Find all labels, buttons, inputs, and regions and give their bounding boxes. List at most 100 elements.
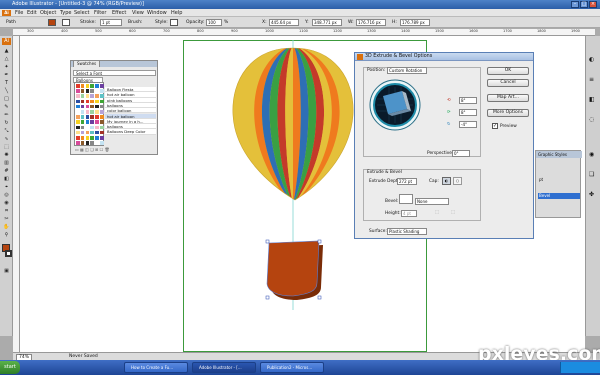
- swatch-chip[interactable]: [80, 94, 85, 98]
- menu-select[interactable]: Select: [74, 10, 89, 16]
- swatch-chip[interactable]: [85, 89, 90, 93]
- selection-handle[interactable]: [265, 239, 270, 244]
- font-select[interactable]: Select a Font: [73, 70, 156, 76]
- swatch-chip[interactable]: [85, 99, 90, 104]
- menu-window[interactable]: Window: [147, 10, 167, 16]
- swatch-chip[interactable]: [95, 94, 99, 98]
- swatch-chip[interactable]: [100, 141, 104, 145]
- graph-tool-icon[interactable]: ▥: [2, 160, 11, 167]
- bevel-in-icon[interactable]: ⬚: [451, 210, 455, 215]
- swatch-chip[interactable]: [76, 120, 80, 124]
- maximize-button[interactable]: □: [580, 1, 588, 8]
- swatch-chip[interactable]: [90, 89, 94, 93]
- swatch-chip[interactable]: [90, 130, 94, 135]
- selection-handle[interactable]: [317, 239, 322, 244]
- swatch-chip[interactable]: [85, 141, 90, 145]
- y-field[interactable]: 348.771 px: [312, 19, 342, 26]
- swatch-chip[interactable]: [80, 130, 85, 135]
- mesh-tool-icon[interactable]: #: [2, 168, 11, 175]
- swatch-chip[interactable]: [80, 115, 85, 119]
- more-options-button[interactable]: More Options: [487, 109, 529, 117]
- rotate-tool-icon[interactable]: ↻: [2, 120, 11, 127]
- taskbar-item[interactable]: Publication2 - Micros...: [260, 362, 324, 373]
- menu-object[interactable]: Object: [40, 10, 56, 16]
- swatch-chip[interactable]: [90, 104, 94, 109]
- w-field[interactable]: 176.716 px: [356, 19, 386, 26]
- hand-tool-icon[interactable]: ✋: [2, 224, 11, 231]
- bevel-select[interactable]: None: [415, 198, 449, 205]
- swatch-chip[interactable]: [90, 84, 94, 88]
- swatch-chip[interactable]: [95, 125, 99, 130]
- menu-view[interactable]: View: [132, 10, 144, 16]
- swatch-chip[interactable]: [76, 110, 80, 114]
- swatch-chip[interactable]: [76, 125, 80, 130]
- swatch-chip[interactable]: [95, 141, 99, 145]
- menu-effect[interactable]: Effect: [112, 10, 126, 16]
- stroke-panel-icon[interactable]: ≡: [589, 76, 594, 83]
- list-item[interactable]: pt: [538, 177, 580, 183]
- swatch-chip[interactable]: [76, 130, 80, 135]
- swatch-chip[interactable]: [85, 84, 90, 88]
- swatch-chip[interactable]: [100, 115, 104, 119]
- swatch-chip[interactable]: [95, 110, 99, 114]
- screen-mode-icon[interactable]: ▣: [2, 268, 11, 275]
- stroke-swatch[interactable]: [62, 19, 70, 26]
- swatch-chip[interactable]: [90, 115, 94, 119]
- minimize-button[interactable]: –: [571, 1, 579, 8]
- swatch-chip[interactable]: [90, 99, 94, 104]
- swatch-chip[interactable]: [76, 94, 80, 98]
- rotation-cube-widget[interactable]: [369, 79, 421, 131]
- free-transform-icon[interactable]: ⬚: [2, 144, 11, 151]
- swatches-tab[interactable]: Swatches: [73, 60, 101, 67]
- position-select[interactable]: Custom Rotation: [387, 67, 427, 74]
- swatch-chip[interactable]: [80, 104, 85, 109]
- swatch-chip[interactable]: [90, 125, 94, 130]
- cancel-button[interactable]: Cancel: [487, 79, 529, 87]
- swatch-chip[interactable]: [76, 104, 80, 109]
- cap-on-icon[interactable]: ◐: [442, 177, 451, 185]
- swatch-chip[interactable]: [80, 89, 85, 93]
- bevel-out-icon[interactable]: ⬚: [435, 210, 439, 215]
- color-panel-icon[interactable]: ◐: [589, 56, 594, 63]
- swatch-chip[interactable]: [95, 115, 99, 119]
- swatch-chip[interactable]: [95, 130, 99, 135]
- swatch-chip[interactable]: [100, 89, 104, 93]
- swatch-chip[interactable]: [76, 136, 80, 140]
- swatch-chip[interactable]: [100, 94, 104, 98]
- swatch-chip[interactable]: [76, 99, 80, 104]
- menu-filter[interactable]: Filter: [94, 10, 106, 16]
- swatch-chip[interactable]: [85, 115, 90, 119]
- swatch-chip[interactable]: [80, 110, 85, 114]
- list-item[interactable]: Bevel: [538, 193, 580, 199]
- swatch-chip[interactable]: [85, 110, 90, 114]
- pen-tool-icon[interactable]: ✒: [2, 72, 11, 79]
- pencil-tool-icon[interactable]: ✏: [2, 112, 11, 119]
- list-item[interactable]: Balloons Deep Color: [105, 129, 156, 135]
- line-tool-icon[interactable]: ╲: [2, 88, 11, 95]
- menu-file[interactable]: File: [15, 10, 23, 16]
- swatch-chip[interactable]: [95, 89, 99, 93]
- swatch-chip[interactable]: [95, 120, 99, 124]
- opacity-field[interactable]: 100: [206, 19, 222, 26]
- appearance-panel-icon[interactable]: ◉: [589, 151, 594, 158]
- fill-swatch[interactable]: [48, 19, 56, 26]
- swatch-chip[interactable]: [76, 89, 80, 93]
- x-field[interactable]: 445.64 px: [269, 19, 299, 26]
- map-art-button[interactable]: Map Art...: [487, 94, 529, 102]
- selection-handle[interactable]: [317, 295, 322, 300]
- rectangle-tool-icon[interactable]: □: [2, 96, 11, 103]
- swatch-chip[interactable]: [80, 136, 85, 140]
- warp-tool-icon[interactable]: ∿: [2, 136, 11, 143]
- menu-help[interactable]: Help: [171, 10, 182, 16]
- magic-wand-icon[interactable]: ✦: [2, 64, 11, 71]
- swatch-chip[interactable]: [95, 104, 99, 109]
- extrude-depth-field[interactable]: 272 pt: [397, 178, 417, 185]
- scale-tool-icon[interactable]: ⤡: [2, 128, 11, 135]
- slice-tool-icon[interactable]: ⌗: [2, 208, 11, 215]
- height-field[interactable]: 4 pt: [401, 210, 417, 217]
- swatch-chip[interactable]: [76, 141, 80, 145]
- style-swatch[interactable]: [170, 19, 178, 26]
- taskbar-item[interactable]: How to Create a Fu...: [124, 362, 188, 373]
- swatch-chip[interactable]: [76, 84, 80, 88]
- swatch-chip[interactable]: [100, 99, 104, 104]
